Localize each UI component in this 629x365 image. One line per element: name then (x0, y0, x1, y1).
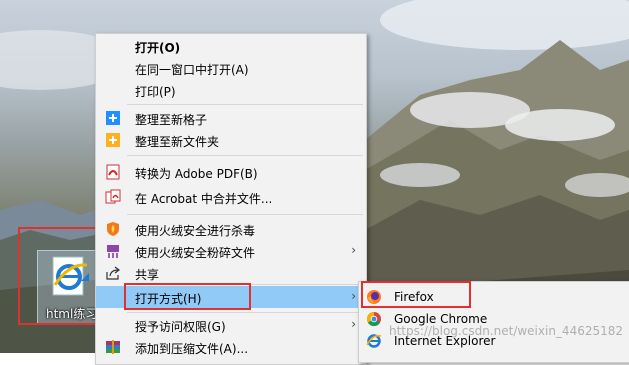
menu-item-print[interactable]: 打印(P) (96, 79, 366, 101)
menu-item-label: 在同一窗口中打开(A) (135, 63, 249, 77)
menu-item-label: 使用火绒安全粉碎文件 (135, 246, 256, 260)
menu-item-huorong-shred[interactable]: 使用火绒安全粉碎文件 › (96, 240, 366, 262)
menu-item-fences-new-grid[interactable]: 整理至新格子 (96, 107, 366, 129)
huorong-shield-icon (107, 222, 119, 236)
context-menu: 打开(O) 在同一窗口中打开(A) 打印(P) 整理至新格子 整理至新文件夹 转… (95, 33, 367, 365)
annotation-box-firefox (361, 281, 471, 308)
menu-item-grant-access[interactable]: 授予访问权限(G) › (96, 314, 366, 336)
annotation-box-open-with (124, 283, 251, 310)
watermark-text: https://blog.csdn.net/weixin_44625182 (389, 324, 624, 338)
menu-item-label: 转换为 Adobe PDF(B) (135, 167, 258, 181)
menu-item-huorong-scan[interactable]: 使用火绒安全进行杀毒 (96, 218, 366, 240)
menu-item-label: 打印(P) (135, 85, 176, 99)
menu-item-label: 打开(O) (135, 41, 181, 55)
acrobat-combine-icon (105, 189, 121, 204)
annotation-box-desktop-icon (18, 227, 99, 325)
menu-item-fences-new-folder[interactable]: 整理至新文件夹 (96, 129, 366, 151)
share-icon (106, 266, 120, 280)
internet-explorer-icon (366, 334, 382, 348)
huorong-shredder-icon (107, 245, 119, 258)
menu-separator (127, 312, 363, 313)
menu-item-label: 添加到压缩文件(A)... (135, 342, 249, 356)
menu-separator (127, 214, 363, 215)
menu-item-open[interactable]: 打开(O) (96, 35, 366, 57)
fences-orange-plus-icon (106, 133, 120, 147)
submenu-chevron-icon: › (351, 317, 356, 331)
submenu-chevron-icon: › (351, 289, 356, 303)
menu-item-label: 共享 (135, 268, 160, 282)
menu-separator (127, 104, 363, 105)
chrome-icon (366, 311, 381, 327)
menu-item-open-same-window[interactable]: 在同一窗口中打开(A) (96, 57, 366, 79)
menu-item-label: 整理至新格子 (135, 113, 208, 127)
fences-blue-plus-icon (106, 111, 120, 125)
menu-item-label: 使用火绒安全进行杀毒 (135, 224, 256, 238)
menu-item-label: 授予访问权限(G) (135, 320, 226, 334)
menu-item-share[interactable]: 共享 (96, 262, 366, 284)
menu-item-add-to-archive[interactable]: 添加到压缩文件(A)... (96, 336, 366, 358)
menu-separator (127, 155, 363, 156)
submenu-chevron-icon: › (351, 243, 356, 257)
menu-item-convert-to-pdf[interactable]: 转换为 Adobe PDF(B) (96, 161, 366, 183)
menu-item-label: 整理至新文件夹 (135, 135, 220, 149)
menu-item-label: 在 Acrobat 中合并文件... (135, 192, 273, 206)
adobe-pdf-icon (106, 164, 120, 180)
menu-item-acrobat-combine[interactable]: 在 Acrobat 中合并文件... (96, 186, 366, 208)
